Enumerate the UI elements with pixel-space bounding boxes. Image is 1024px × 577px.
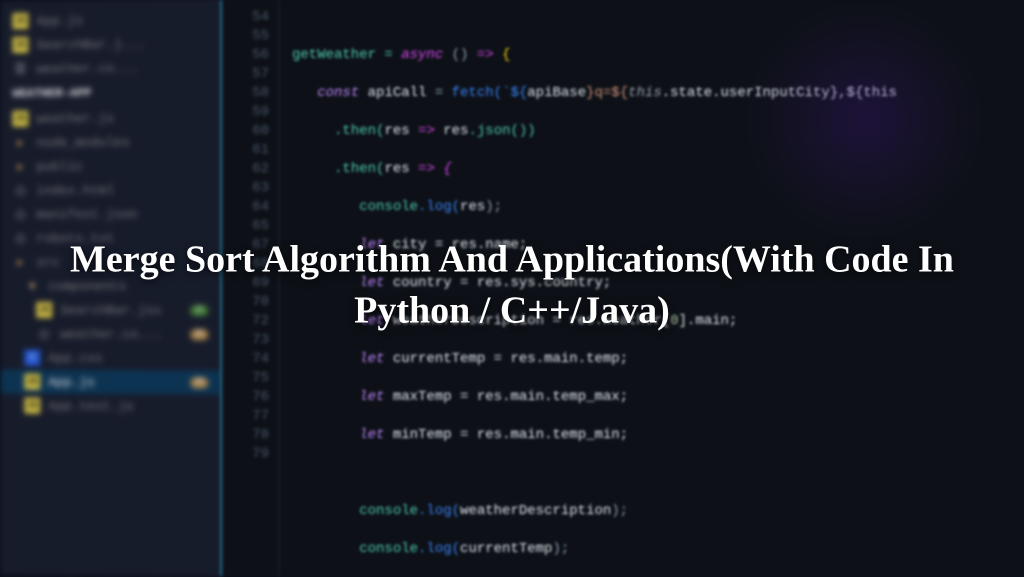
code-line: .then(res => { bbox=[292, 160, 1012, 179]
sidebar-open-file[interactable]: JSSearchBar.j... bbox=[1, 31, 221, 57]
css-icon: # bbox=[24, 350, 40, 366]
code-line: console.log(res); bbox=[292, 198, 1012, 217]
sidebar-file[interactable]: #App.css bbox=[1, 346, 221, 371]
code-line: let minTemp = res.main.temp_min; bbox=[292, 426, 1012, 445]
sidebar-file[interactable]: JSweather.js bbox=[1, 105, 221, 131]
code-line: let maxTemp = res.main.temp_max; bbox=[292, 388, 1012, 407]
sidebar-file-active[interactable]: JSApp.jsM bbox=[1, 370, 221, 395]
code-line: getWeather = async () => { bbox=[292, 46, 1012, 65]
code-line: console.log(currentTemp); bbox=[292, 540, 1012, 559]
js-icon: JS bbox=[12, 13, 28, 29]
git-status-badge: M bbox=[190, 377, 208, 388]
sidebar-file[interactable]: ◇manifest.json bbox=[1, 202, 221, 227]
sidebar-file[interactable]: JSApp.test.js bbox=[1, 393, 221, 418]
sidebar-open-file[interactable]: ☰weather.co... bbox=[1, 55, 221, 81]
code-line: let currentTemp = res.main.temp; bbox=[292, 350, 1012, 369]
folder-icon: ▸ bbox=[12, 158, 28, 174]
code-line: console.log(weatherDescription); bbox=[292, 502, 1012, 521]
article-title-overlay: Merge Sort Algorithm And Applications(Wi… bbox=[0, 235, 1024, 338]
explorer-section-header[interactable]: WEATHER-APP bbox=[1, 79, 221, 107]
file-icon: ◇ bbox=[12, 182, 28, 198]
file-icon: ☰ bbox=[12, 61, 28, 77]
js-icon: JS bbox=[12, 37, 28, 53]
file-icon: ◇ bbox=[12, 206, 28, 222]
code-line bbox=[292, 464, 1012, 483]
js-icon: JS bbox=[12, 111, 28, 127]
code-line: const apiCall = fetch(`${apiBase}q=${thi… bbox=[292, 84, 1012, 103]
sidebar-open-file[interactable]: JSApp.js bbox=[1, 7, 221, 34]
sidebar-folder[interactable]: ▸public bbox=[1, 153, 221, 178]
js-icon: JS bbox=[24, 374, 40, 390]
folder-icon: ▸ bbox=[12, 135, 28, 151]
js-icon: JS bbox=[24, 398, 40, 414]
sidebar-file[interactable]: ◇index.html bbox=[1, 177, 221, 202]
sidebar-folder[interactable]: ▸node_modules bbox=[1, 129, 221, 154]
code-line: .then(res => res.json()) bbox=[292, 122, 1012, 141]
